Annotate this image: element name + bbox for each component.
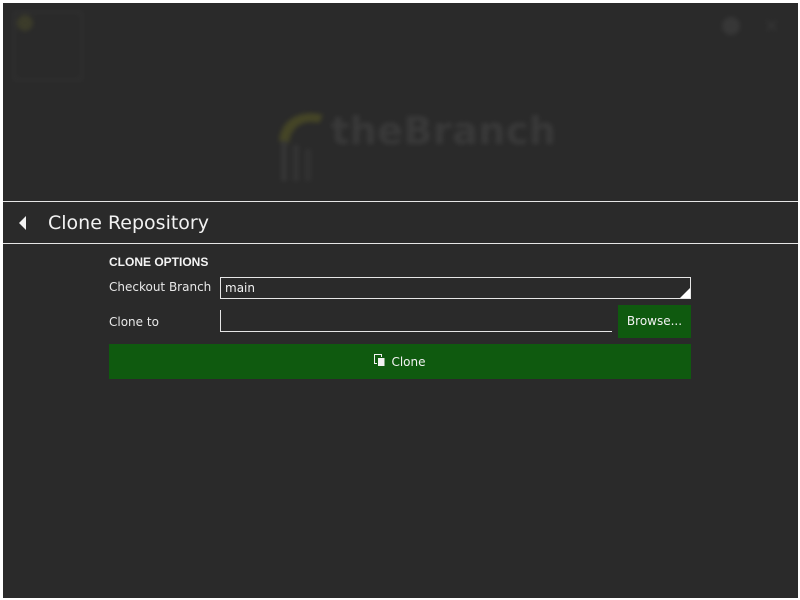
checkout-branch-label: Checkout Branch xyxy=(109,280,212,294)
blurred-logo-text: theBranch xyxy=(331,109,557,153)
resize-grip-icon[interactable] xyxy=(680,288,690,298)
blurred-gear-icon xyxy=(722,17,740,35)
back-button[interactable] xyxy=(9,208,37,238)
back-arrow-icon xyxy=(19,216,26,230)
browse-button[interactable]: Browse... xyxy=(618,305,691,338)
blurred-close-icon: × xyxy=(763,13,780,37)
page-title: Clone Repository xyxy=(48,212,209,234)
clone-button[interactable]: Clone xyxy=(109,344,691,379)
checkout-branch-input[interactable] xyxy=(220,277,691,299)
clone-button-label: Clone xyxy=(391,354,426,369)
app-window: × theBranch Clone Repository CLONE OPTIO… xyxy=(3,3,798,598)
blurred-app-icon xyxy=(17,15,33,31)
blurred-backdrop: × theBranch xyxy=(3,3,798,201)
blurred-logo-icon xyxy=(279,113,323,181)
section-heading: CLONE OPTIONS xyxy=(109,255,209,269)
clone-to-input[interactable] xyxy=(220,310,612,332)
title-bar: Clone Repository xyxy=(3,201,798,244)
background-header: × theBranch xyxy=(3,3,798,201)
copy-icon xyxy=(374,353,386,370)
clone-to-label: Clone to xyxy=(109,315,159,329)
